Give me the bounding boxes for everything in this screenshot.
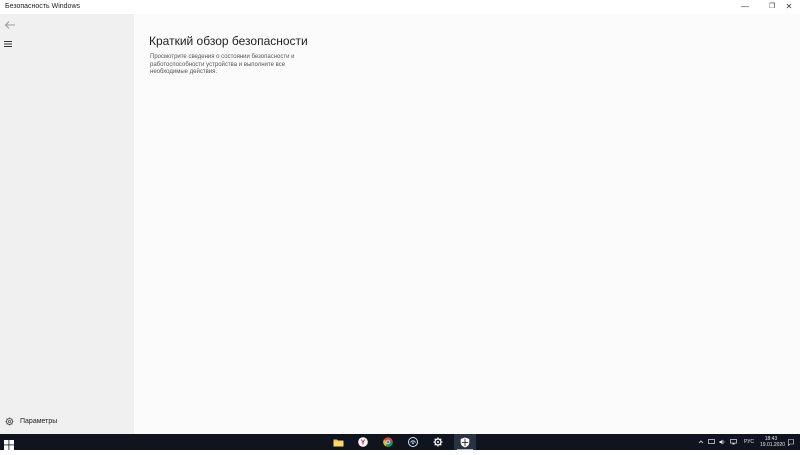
taskbar: Y РУС 18:43 19.01.2020: [0, 434, 800, 450]
action-center-button[interactable]: [788, 434, 794, 450]
chrome-icon: [383, 437, 393, 447]
language-indicator[interactable]: РУС: [744, 434, 754, 450]
volume-icon[interactable]: [719, 434, 727, 450]
clock-date: 19.01.2020: [760, 442, 786, 448]
svg-text:Y: Y: [361, 440, 366, 447]
windows-logo-icon: [4, 440, 14, 450]
taskbar-chrome[interactable]: [377, 434, 399, 450]
window-title: Безопасность Windows: [5, 3, 80, 10]
gear-icon: [433, 437, 443, 447]
yandex-icon: Y: [358, 437, 368, 447]
system-tray: РУС 18:43 19.01.2020: [697, 434, 794, 450]
clock[interactable]: 18:43 19.01.2020: [760, 436, 786, 448]
notification-tray-icon[interactable]: [708, 434, 716, 450]
close-button[interactable]: ✕: [778, 0, 800, 14]
menu-button[interactable]: [3, 36, 15, 47]
taskbar-windows-security[interactable]: [454, 434, 476, 450]
sidebar: Параметры: [0, 14, 134, 434]
start-button[interactable]: [4, 437, 14, 450]
taskbar-app[interactable]: [402, 434, 424, 450]
chevron-up-icon[interactable]: [697, 434, 705, 450]
network-icon[interactable]: [730, 434, 738, 450]
taskbar-settings[interactable]: [427, 434, 449, 450]
back-button[interactable]: [3, 17, 17, 29]
gear-icon: [5, 417, 14, 426]
title-bar: Безопасность Windows — ❐ ✕: [0, 0, 800, 14]
notification-icon: [788, 438, 794, 446]
taskbar-file-explorer[interactable]: [327, 434, 349, 450]
shield-icon: [460, 437, 470, 447]
hamburger-icon: [4, 41, 12, 47]
back-arrow-icon: [4, 21, 15, 29]
app-icon: [408, 437, 418, 447]
main-content: Краткий обзор безопасности Просмотрите с…: [134, 14, 800, 434]
folder-icon: [333, 439, 343, 446]
settings-nav-item[interactable]: Параметры: [0, 414, 134, 430]
minimize-button[interactable]: —: [734, 0, 756, 14]
page-description: Просмотрите сведения о состоянии безопас…: [150, 54, 295, 75]
windows-security-window: Безопасность Windows — ❐ ✕ Параметры Кра…: [0, 0, 800, 434]
taskbar-yandex-browser[interactable]: Y: [352, 434, 374, 450]
page-title: Краткий обзор безопасности: [149, 34, 308, 48]
settings-label: Параметры: [20, 418, 58, 425]
